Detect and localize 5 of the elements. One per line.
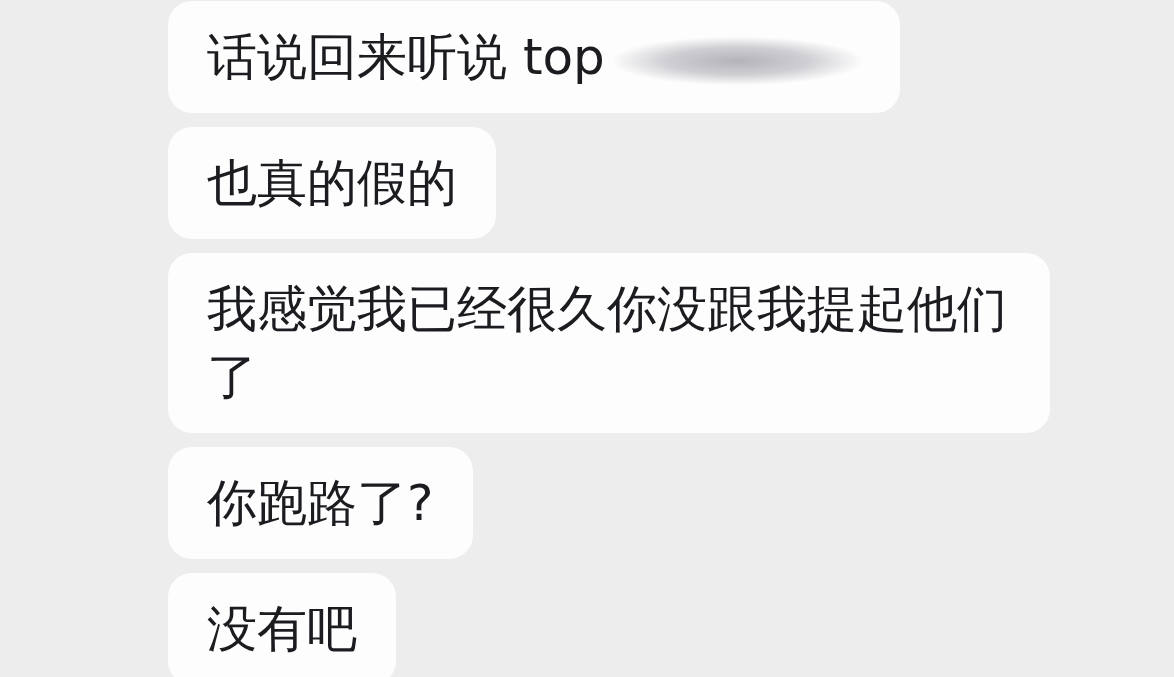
message-text: 也真的假的	[207, 154, 457, 212]
message-text: 话说回来听说 top	[207, 28, 605, 86]
message-text: 我感觉我已经很久你没跟我提起他们了	[207, 280, 1007, 406]
message-text: 你跑路了?	[207, 474, 434, 532]
message-text: 没有吧	[207, 600, 357, 658]
